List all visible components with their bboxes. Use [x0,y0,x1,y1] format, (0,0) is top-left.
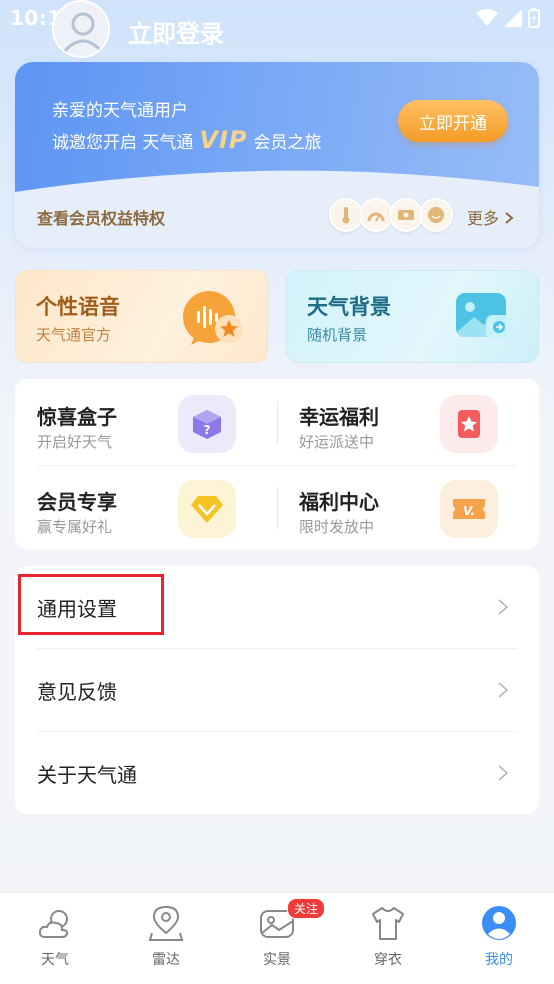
wifi-icon [476,9,498,26]
diamond-icon [178,480,236,538]
feature-voice-title: 个性语音 [36,295,120,319]
svg-text:?: ? [204,423,211,437]
vip-invite-prefix: 诚邀您开启 天气通 [52,132,194,153]
feedback-row[interactable]: 意见反馈 [15,649,539,731]
svg-text:V.: V. [463,504,475,518]
tab-weather[interactable]: 天气 [0,893,110,984]
tab-label: 雷达 [152,952,180,968]
grid-item-title: 幸运福利 [299,405,379,429]
signal-icon [504,9,522,27]
gauge-icon [359,198,393,232]
setting-label: 意见反馈 [37,680,117,704]
chevron-right-icon [505,212,514,224]
login-button[interactable]: 立即登录 [128,14,224,49]
tab-mine[interactable]: 我的 [444,893,554,984]
feature-background-title: 天气背景 [307,295,391,319]
feature-voice-subtitle: 天气通官方 [36,326,112,344]
grid-item-subtitle: 好运派送中 [299,433,375,451]
star-card-icon [440,395,498,453]
battery-icon [528,8,540,28]
tab-label: 我的 [485,952,513,968]
vip-more-link[interactable]: 更多 [467,205,514,229]
grid-item-surprise-box[interactable]: 惊喜盒子 开启好天气 ? [15,383,255,463]
tab-label: 穿衣 [374,952,402,968]
grid-item-title: 惊喜盒子 [37,405,117,429]
vip-logo: VIP [199,126,248,154]
grid-item-welfare-center[interactable]: 福利中心 限时发放中 V. [277,468,517,548]
grid-item-title: 会员专享 [37,490,117,514]
chevron-right-icon [498,765,509,781]
feature-background-card[interactable]: 天气背景 随机背景 [286,270,539,363]
grid-item-title: 福利中心 [299,490,379,514]
vip-card[interactable]: 亲爱的天气通用户 诚邀您开启 天气通 VIP 会员之旅 立即开通 查看会员权益特… [15,62,539,248]
tab-radar[interactable]: 雷达 [111,893,221,984]
setting-label: 关于天气通 [37,763,137,787]
grid-item-subtitle: 限时发放中 [299,518,375,536]
mystery-box-icon: ? [178,395,236,453]
location-icon [148,905,184,941]
status-icons [476,8,540,28]
tab-dressing[interactable]: 穿衣 [333,893,443,984]
vip-more-label: 更多 [467,209,500,228]
grid-item-lucky-welfare[interactable]: 幸运福利 好运派送中 [277,383,517,463]
user-icon [482,906,516,940]
grid-item-subtitle: 开启好天气 [37,433,113,451]
grid-divider [37,465,517,466]
smile-icon [419,198,453,232]
open-vip-button[interactable]: 立即开通 [398,100,508,142]
avatar[interactable] [52,0,110,58]
benefits-grid: 惊喜盒子 开启好天气 ? 幸运福利 好运派送中 会员专享 赢专属好礼 福利中心 … [15,379,539,549]
shirt-icon [372,907,404,940]
chevron-right-icon [498,682,509,698]
tab-label: 天气 [41,952,69,968]
vip-invite-suffix: 会员之旅 [253,132,322,153]
vip-benefit-icons [329,198,453,232]
vip-ticket-icon: V. [440,480,498,538]
image-icon [456,293,512,339]
about-row[interactable]: 关于天气通 [15,732,539,814]
weather-icon [38,910,69,938]
voice-bubble-icon [183,291,243,345]
vip-invite: 诚邀您开启 天气通 VIP 会员之旅 [52,126,322,154]
grid-item-member-exclusive[interactable]: 会员专享 赢专属好礼 [15,468,255,548]
grid-item-subtitle: 赢专属好礼 [37,518,113,536]
feature-voice-card[interactable]: 个性语音 天气通官方 [15,270,268,363]
vip-greeting: 亲爱的天气通用户 [52,101,188,121]
feature-background-subtitle: 随机背景 [307,326,368,344]
chevron-right-icon [498,599,509,615]
tab-badge: 关注 [287,898,326,919]
thermometer-icon [329,198,363,232]
tab-label: 实景 [263,952,291,968]
ticket-icon [389,198,423,232]
bottom-tabbar: 天气 雷达 实景 穿衣 我的 [0,892,554,984]
highlight-box [18,574,164,635]
vip-benefit-link[interactable]: 查看会员权益特权 [37,205,165,229]
